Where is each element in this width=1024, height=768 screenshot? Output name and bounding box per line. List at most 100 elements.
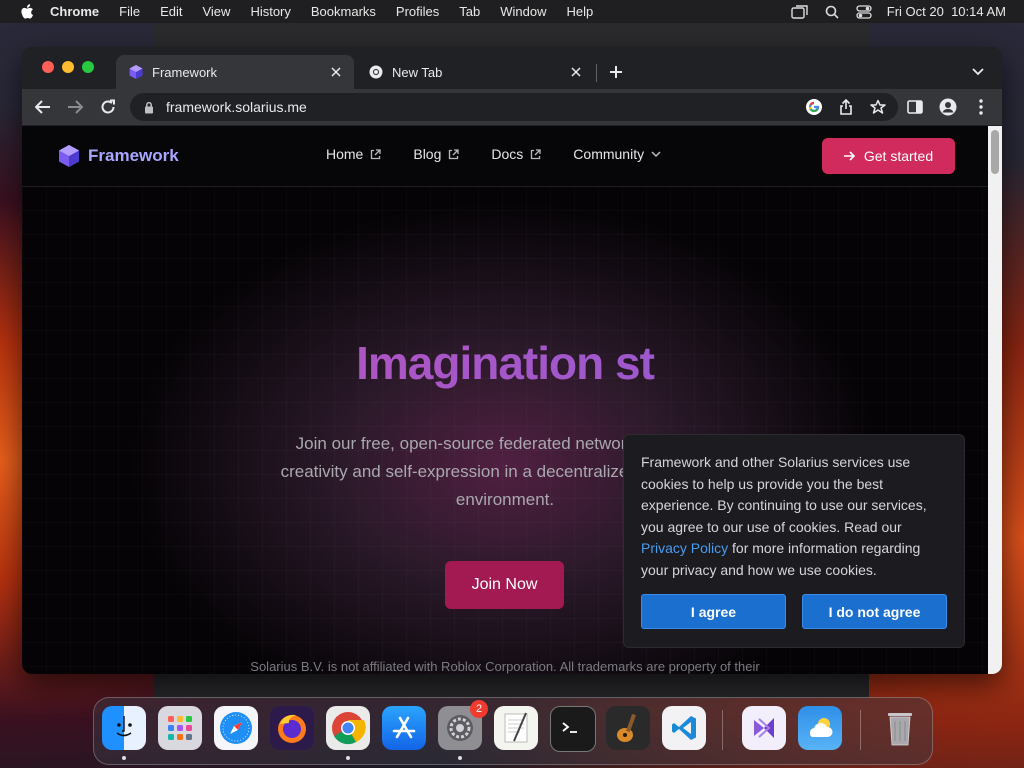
finder-icon[interactable] [102, 706, 146, 750]
share-icon[interactable] [836, 97, 856, 117]
browser-toolbar: framework.solarius.me [22, 89, 1002, 126]
nav-link-blog[interactable]: Blog [413, 146, 459, 162]
close-tab-icon[interactable] [568, 64, 584, 80]
cookie-message: Framework and other Solarius services us… [641, 452, 951, 582]
disagree-button[interactable]: I do not agree [802, 594, 947, 629]
zoom-window-button[interactable] [82, 61, 94, 73]
tab-title: Framework [152, 64, 218, 80]
menu-bookmarks[interactable]: Bookmarks [311, 4, 376, 19]
window-switcher-icon[interactable] [791, 4, 809, 19]
affiliation-disclaimer: Solarius B.V. is not affiliated with Rob… [250, 659, 760, 674]
new-tab-plus-icon[interactable] [606, 62, 626, 82]
url-text[interactable]: framework.solarius.me [166, 99, 307, 115]
get-started-label: Get started [863, 148, 934, 164]
tab-strip: Framework New Tab [22, 47, 1002, 89]
bookmark-star-icon[interactable] [868, 97, 888, 117]
google-lens-icon[interactable] [804, 97, 824, 117]
nav-link-label: Home [326, 146, 364, 162]
tab-title: New Tab [392, 64, 443, 80]
menu-app-name[interactable]: Chrome [50, 4, 99, 19]
weather-icon[interactable] [798, 706, 842, 750]
running-indicator [346, 756, 350, 760]
background-window [153, 23, 869, 49]
vscode-icon[interactable] [662, 706, 706, 750]
framework-favicon-icon [128, 64, 144, 80]
menu-clock[interactable]: Fri Oct 20 10:14 AM [887, 4, 1006, 19]
framework-logo-icon [59, 145, 79, 167]
nav-link-label: Community [573, 146, 645, 162]
menu-view[interactable]: View [202, 4, 230, 19]
cookie-text-before: Framework and other Solarius services us… [641, 454, 927, 535]
macos-dock: 2 [93, 697, 933, 765]
close-tab-icon[interactable] [328, 64, 344, 80]
chrome-icon[interactable] [326, 706, 370, 750]
garageband-icon[interactable] [606, 706, 650, 750]
site-brand-name: Framework [88, 146, 179, 165]
menu-file[interactable]: File [119, 4, 140, 19]
control-center-icon[interactable] [855, 4, 873, 19]
minimize-window-button[interactable] [62, 61, 74, 73]
dock-separator [860, 710, 861, 750]
tab-new-tab[interactable]: New Tab [356, 55, 594, 89]
get-started-button[interactable]: Get started [822, 138, 955, 174]
side-panel-icon[interactable] [904, 96, 926, 118]
firefox-icon[interactable] [270, 706, 314, 750]
menu-tab[interactable]: Tab [459, 4, 480, 19]
external-link-icon [529, 148, 541, 160]
nav-link-community[interactable]: Community [573, 146, 662, 162]
background-window [153, 674, 869, 698]
kebab-menu-icon[interactable] [970, 96, 992, 118]
spotlight-search-icon[interactable] [823, 5, 841, 19]
site-navbar: Framework Home Blog Docs Community Get s… [22, 126, 988, 187]
page-scrollbar[interactable] [988, 126, 1002, 674]
safari-icon[interactable] [214, 706, 258, 750]
external-link-icon [447, 148, 459, 160]
forward-arrow-icon[interactable] [64, 96, 86, 118]
site-brand-link[interactable]: Framework [58, 144, 179, 168]
nav-link-label: Blog [413, 146, 442, 162]
menu-history[interactable]: History [250, 4, 290, 19]
cookie-consent-banner: Framework and other Solarius services us… [623, 434, 965, 648]
back-arrow-icon[interactable] [32, 96, 54, 118]
visual-studio-icon[interactable] [742, 706, 786, 750]
reload-icon[interactable] [97, 96, 119, 118]
menu-window[interactable]: Window [500, 4, 546, 19]
agree-button[interactable]: I agree [641, 594, 786, 629]
nav-link-home[interactable]: Home [326, 146, 381, 162]
macos-menu-bar: Chrome File Edit View History Bookmarks … [0, 0, 1024, 23]
trash-icon[interactable] [878, 706, 922, 750]
terminal-icon[interactable] [550, 706, 596, 752]
nav-link-docs[interactable]: Docs [491, 146, 541, 162]
app-store-icon[interactable] [382, 706, 426, 750]
system-settings-icon[interactable]: 2 [438, 700, 488, 750]
close-window-button[interactable] [42, 61, 54, 73]
tab-divider [596, 64, 597, 82]
menu-profiles[interactable]: Profiles [396, 4, 439, 19]
join-now-button[interactable]: Join Now [445, 561, 564, 609]
browser-window: Framework New Tab framework.solarius.me … [22, 47, 1002, 674]
scrollbar-thumb[interactable] [991, 130, 999, 174]
apple-icon[interactable] [18, 3, 36, 19]
dock-separator [722, 710, 723, 750]
textedit-icon[interactable] [494, 706, 538, 750]
chrome-favicon-icon [368, 64, 384, 80]
notification-badge: 2 [470, 700, 488, 718]
web-page: Framework Home Blog Docs Community Get s… [22, 126, 988, 674]
tab-framework[interactable]: Framework [116, 55, 354, 89]
nav-link-label: Docs [491, 146, 524, 162]
running-indicator [122, 756, 126, 760]
external-link-icon [369, 148, 381, 160]
hero-title: Imagination st [22, 336, 988, 390]
address-bar[interactable]: framework.solarius.me [130, 93, 898, 121]
profile-avatar-icon[interactable] [937, 96, 959, 118]
launchpad-icon[interactable] [158, 706, 202, 750]
tab-search-chevron-icon[interactable] [968, 62, 988, 82]
arrow-right-icon [843, 151, 855, 161]
menu-edit[interactable]: Edit [160, 4, 182, 19]
lock-icon[interactable] [142, 100, 156, 114]
running-indicator [458, 756, 462, 760]
privacy-policy-link[interactable]: Privacy Policy [641, 540, 728, 556]
menu-help[interactable]: Help [567, 4, 594, 19]
site-nav-links: Home Blog Docs Community [326, 146, 694, 162]
chevron-down-icon [650, 148, 662, 160]
